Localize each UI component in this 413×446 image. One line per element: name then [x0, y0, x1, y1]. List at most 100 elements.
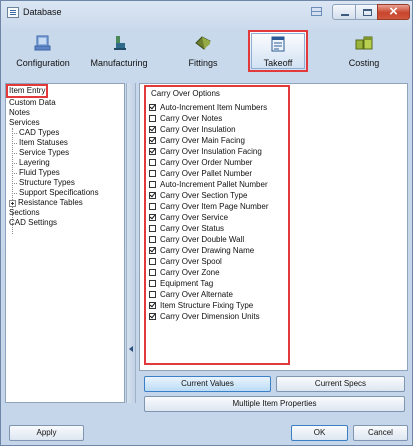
carry-over-option[interactable]: Equipment Tag: [147, 278, 287, 289]
option-label: Auto-Increment Pallet Number: [160, 179, 268, 189]
option-label: Carry Over Zone: [160, 267, 220, 277]
carry-over-option[interactable]: Carry Over Section Type: [147, 190, 287, 201]
nav-notes[interactable]: Notes: [9, 108, 30, 118]
title-bar[interactable]: Database: [1, 1, 412, 25]
nav-item-entry[interactable]: Item Entry: [5, 84, 49, 98]
option-checkbox[interactable]: [149, 203, 156, 210]
carry-over-option[interactable]: Carry Over Double Wall: [147, 234, 287, 245]
option-checkbox[interactable]: [149, 291, 156, 298]
option-label: Carry Over Insulation: [160, 124, 236, 134]
panel-splitter[interactable]: [126, 83, 136, 403]
restore-icon[interactable]: [308, 4, 325, 20]
carry-over-option[interactable]: Carry Over Dimension Units: [147, 311, 287, 322]
carry-over-option[interactable]: Carry Over Alternate: [147, 289, 287, 300]
option-checkbox[interactable]: [149, 280, 156, 287]
option-checkbox[interactable]: [149, 181, 156, 188]
tab-takeoff[interactable]: Takeoff: [248, 30, 308, 72]
option-checkbox[interactable]: [149, 247, 156, 254]
carry-over-option[interactable]: Carry Over Insulation Facing: [147, 146, 287, 157]
carry-over-option[interactable]: Carry Over Service: [147, 212, 287, 223]
option-checkbox[interactable]: [149, 115, 156, 122]
multiple-item-properties-button[interactable]: Multiple Item Properties: [144, 396, 405, 412]
nav-fluid-types[interactable]: Fluid Types: [19, 168, 60, 178]
current-specs-button[interactable]: Current Specs: [276, 376, 405, 392]
carry-over-option[interactable]: Carry Over Order Number: [147, 157, 287, 168]
nav-sections[interactable]: Sections: [9, 208, 40, 218]
tab-label: Takeoff: [263, 58, 293, 68]
tab-fittings[interactable]: Fittings: [175, 30, 231, 72]
option-label: Carry Over Section Type: [160, 190, 248, 200]
option-checkbox[interactable]: [149, 236, 156, 243]
tab-label: Fittings: [188, 58, 218, 68]
minimize-button[interactable]: [332, 4, 356, 20]
option-label: Auto-Increment Item Numbers: [160, 102, 268, 112]
nav-services[interactable]: Services: [9, 118, 40, 128]
carry-over-option[interactable]: Auto-Increment Item Numbers: [147, 102, 287, 113]
option-checkbox[interactable]: [149, 137, 156, 144]
ribbon-toolbar: Configuration Manufacturing Fittings Tak…: [5, 27, 408, 76]
carry-over-option[interactable]: Carry Over Pallet Number: [147, 168, 287, 179]
option-label: Carry Over Dimension Units: [160, 311, 260, 321]
carry-over-option[interactable]: Carry Over Item Page Number: [147, 201, 287, 212]
tab-label: Costing: [348, 58, 380, 68]
costing-icon: [355, 36, 373, 50]
option-label: Carry Over Alternate: [160, 289, 233, 299]
option-checkbox[interactable]: [149, 225, 156, 232]
option-label: Carry Over Item Page Number: [160, 201, 269, 211]
option-checkbox[interactable]: [149, 302, 156, 309]
option-checkbox[interactable]: [149, 159, 156, 166]
carry-over-option[interactable]: Carry Over Notes: [147, 113, 287, 124]
option-checkbox[interactable]: [149, 148, 156, 155]
database-window: Database Configuration Manufacturing: [0, 0, 413, 446]
tab-manufacturing[interactable]: Manufacturing: [83, 30, 155, 72]
carry-over-option[interactable]: Carry Over Main Facing: [147, 135, 287, 146]
option-checkbox[interactable]: [149, 269, 156, 276]
option-checkbox[interactable]: [149, 104, 156, 111]
carry-over-option[interactable]: Item Structure Fixing Type: [147, 300, 287, 311]
ok-button[interactable]: OK: [291, 425, 348, 441]
tree-connector: [12, 193, 17, 194]
tree-connector: [12, 163, 17, 164]
carry-over-option[interactable]: Carry Over Insulation: [147, 124, 287, 135]
nav-structure-types[interactable]: Structure Types: [19, 178, 75, 188]
nav-layering[interactable]: Layering: [19, 158, 50, 168]
option-label: Carry Over Main Facing: [160, 135, 245, 145]
option-label: Equipment Tag: [160, 278, 214, 288]
tree-connector: [12, 153, 17, 154]
nav-custom-data[interactable]: Custom Data: [9, 98, 56, 108]
current-values-button[interactable]: Current Values: [144, 376, 271, 392]
database-app-icon: [7, 7, 19, 18]
carry-over-option[interactable]: Carry Over Status: [147, 223, 287, 234]
navigation-tree: Item Entry Custom Data Notes Services CA…: [5, 83, 125, 403]
nav-cad-settings[interactable]: CAD Settings: [9, 218, 57, 228]
option-checkbox[interactable]: [149, 126, 156, 133]
tree-connector: [12, 143, 17, 144]
option-checkbox[interactable]: [149, 313, 156, 320]
carry-over-option[interactable]: Auto-Increment Pallet Number: [147, 179, 287, 190]
option-label: Carry Over Insulation Facing: [160, 146, 262, 156]
fittings-icon: [195, 36, 211, 50]
options-group-title: Carry Over Options: [151, 89, 220, 98]
tab-costing[interactable]: Costing: [335, 30, 393, 72]
maximize-button[interactable]: [355, 4, 378, 20]
option-checkbox[interactable]: [149, 192, 156, 199]
apply-button[interactable]: Apply: [9, 425, 84, 441]
carry-over-option[interactable]: Carry Over Zone: [147, 267, 287, 278]
cancel-button[interactable]: Cancel: [353, 425, 408, 441]
option-label: Carry Over Pallet Number: [160, 168, 253, 178]
tab-configuration[interactable]: Configuration: [7, 30, 79, 72]
option-checkbox[interactable]: [149, 258, 156, 265]
nav-support-specifications[interactable]: Support Specifications: [19, 188, 99, 198]
nav-cad-types[interactable]: CAD Types: [19, 128, 59, 138]
option-checkbox[interactable]: [149, 214, 156, 221]
nav-item-statuses[interactable]: Item Statuses: [19, 138, 68, 148]
carry-over-option[interactable]: Carry Over Spool: [147, 256, 287, 267]
nav-resistance-tables[interactable]: Resistance Tables: [18, 198, 83, 208]
carry-over-option[interactable]: Carry Over Drawing Name: [147, 245, 287, 256]
expand-icon[interactable]: [9, 200, 16, 207]
close-button[interactable]: [377, 3, 410, 20]
collapse-arrow-icon[interactable]: [129, 346, 133, 352]
option-label: Carry Over Status: [160, 223, 225, 233]
option-checkbox[interactable]: [149, 170, 156, 177]
nav-service-types[interactable]: Service Types: [19, 148, 69, 158]
